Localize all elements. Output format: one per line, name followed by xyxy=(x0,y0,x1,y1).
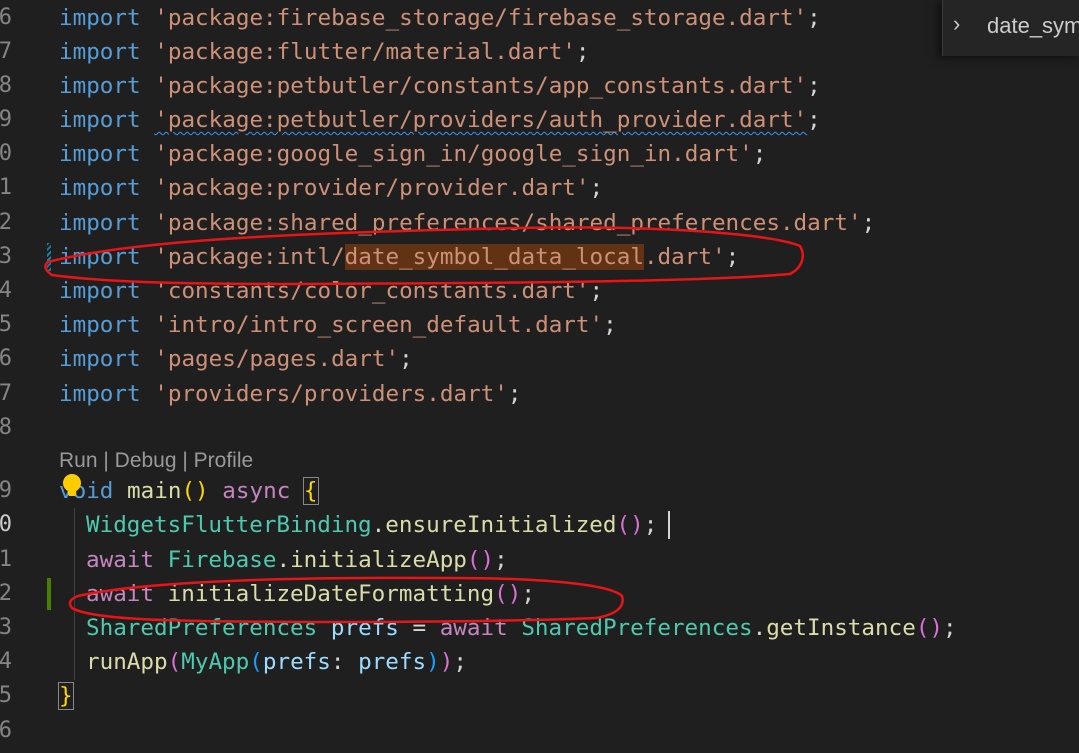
code-line-import[interactable]: import 'intro/intro_screen_default.dart'… xyxy=(59,310,617,340)
codelens-profile-link[interactable]: Profile xyxy=(194,449,254,472)
chevron-right-icon: › xyxy=(953,11,961,36)
code-line-import[interactable]: import 'package:petbutler/constants/app_… xyxy=(59,71,821,101)
line-number: 2 xyxy=(0,210,12,235)
code-line[interactable]: SharedPreferences prefs = await SharedPr… xyxy=(86,613,957,643)
line-number: 5 xyxy=(0,312,12,337)
info-squiggle: 'package:petbutler/providers/auth_provid… xyxy=(154,107,808,133)
bracket-match: { xyxy=(302,477,319,505)
code-line-main-signature[interactable]: void main() async { xyxy=(59,476,319,506)
breadcrumb[interactable]: › date_sym xyxy=(942,0,1079,56)
code-line-import[interactable]: import 'package:provider/provider.dart'; xyxy=(59,173,603,203)
line-number: 2 xyxy=(0,581,12,606)
bracket-match: } xyxy=(58,682,74,710)
breadcrumb-label[interactable]: date_sym xyxy=(987,13,1079,39)
text-cursor xyxy=(668,511,670,539)
code-line-import[interactable]: import 'package:firebase_storage/firebas… xyxy=(59,3,821,33)
line-number: 6 xyxy=(0,346,12,371)
codelens-separator: | xyxy=(97,449,115,472)
line-number: 4 xyxy=(0,649,12,674)
line-number: 7 xyxy=(0,381,12,406)
line-number: 8 xyxy=(0,73,12,98)
line-number: 1 xyxy=(0,547,12,572)
code-line[interactable]: await initializeDateFormatting(); xyxy=(86,579,535,609)
indent-guide xyxy=(74,508,75,680)
line-number: 0 xyxy=(0,141,12,166)
code-line-import[interactable]: import 'package:google_sign_in/google_si… xyxy=(59,139,766,169)
code-line-import[interactable]: import 'pages/pages.dart'; xyxy=(59,344,413,374)
code-line-import[interactable]: import 'constants/color_constants.dart'; xyxy=(59,276,603,306)
code-line-import[interactable]: import 'package:shared_preferences/share… xyxy=(59,208,875,238)
line-number: 5 xyxy=(0,683,12,708)
code-line[interactable]: await Firebase.initializeApp(); xyxy=(86,545,508,575)
code-line[interactable]: runApp(MyApp(prefs: prefs)); xyxy=(86,647,467,677)
line-number: 3 xyxy=(0,615,12,640)
codelens-separator: | xyxy=(176,449,194,472)
line-number: 4 xyxy=(0,278,12,303)
added-line-indicator[interactable] xyxy=(47,578,51,610)
code-line-import[interactable]: import 'providers/providers.dart'; xyxy=(59,379,522,409)
codelens: Run | Debug | Profile xyxy=(59,447,253,475)
search-match-highlight: date_symbol_data_local xyxy=(344,244,644,270)
line-number: 8 xyxy=(0,415,12,440)
lightbulb-icon[interactable] xyxy=(63,474,81,496)
line-number: 3 xyxy=(0,244,12,269)
line-number: 9 xyxy=(0,107,12,132)
line-number: 6 xyxy=(0,5,12,30)
codelens-debug-link[interactable]: Debug xyxy=(115,449,177,472)
line-number-active: 0 xyxy=(0,512,12,537)
code-editor[interactable]: 6 7 8 9 0 1 2 3 4 5 6 7 8 9 0 1 2 3 4 5 … xyxy=(0,0,1079,753)
code-line-closing-brace[interactable]: } xyxy=(58,681,74,711)
codelens-run-link[interactable]: Run xyxy=(59,449,98,472)
line-number: 7 xyxy=(0,39,12,64)
code-line-import[interactable]: import 'package:petbutler/providers/auth… xyxy=(59,105,821,135)
code-line[interactable]: WidgetsFlutterBinding.ensureInitialized(… xyxy=(86,510,657,540)
line-number: 1 xyxy=(0,175,12,200)
line-number: 9 xyxy=(0,478,12,503)
modified-line-indicator[interactable] xyxy=(47,243,51,271)
code-line-intl-import[interactable]: import 'package:intl/date_symbol_data_lo… xyxy=(59,242,739,272)
line-number: 6 xyxy=(0,718,12,743)
code-line-import[interactable]: import 'package:flutter/material.dart'; xyxy=(59,37,590,67)
